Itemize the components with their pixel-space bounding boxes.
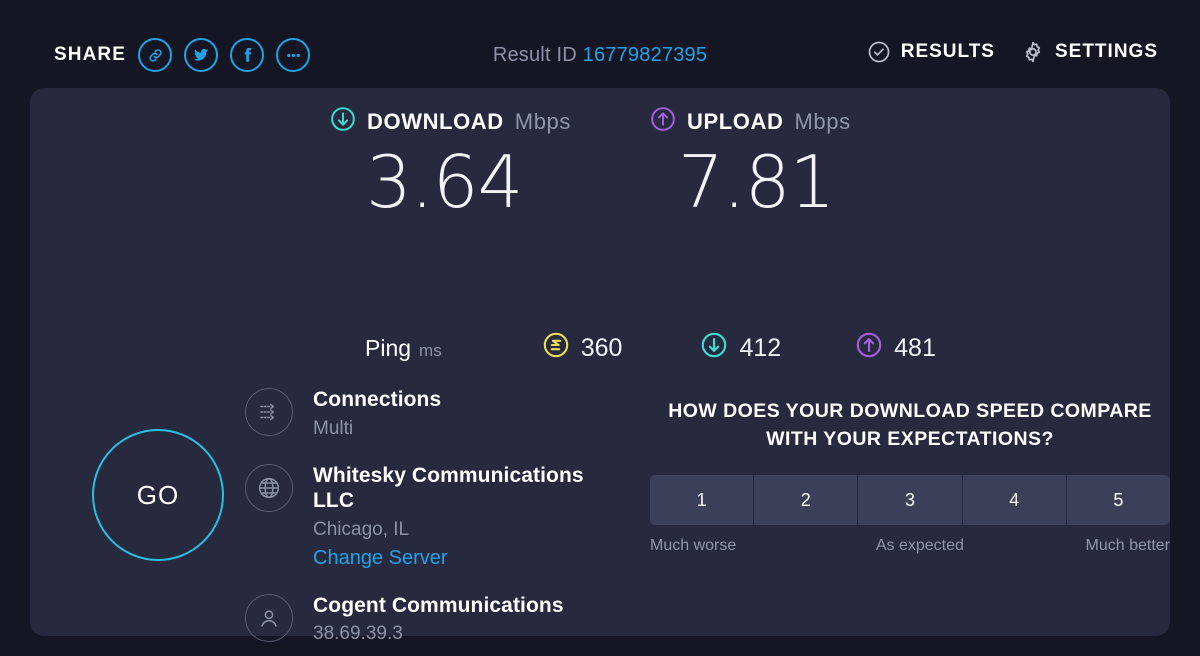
connections-text: Connections Multi [313,386,441,440]
connections-row: Connections Multi [245,386,625,440]
server-row: Whitesky Communications LLC Chicago, IL … [245,462,625,570]
survey-scale-labels: Much worse As expected Much better [650,537,1170,555]
survey-block: HOW DOES YOUR DOWNLOAD SPEED COMPARE WIT… [650,398,1170,555]
globe-icon [245,463,293,512]
result-id-label: Result ID [492,44,577,66]
survey-label-mid: As expected [875,537,964,555]
go-button-label: GO [136,479,180,510]
download-value: 3.64 [366,140,523,224]
survey-option-4[interactable]: 4 [962,475,1067,526]
go-button[interactable]: GO [92,429,224,561]
ping-upload: 481 [855,331,936,366]
upload-value: 7.81 [678,140,835,224]
upload-block: UPLOAD Mbps 7.81 [650,106,970,218]
upload-arrow-icon [650,106,676,138]
top-right-nav: RESULTS SETTINGS [867,40,1158,64]
idle-latency-icon [542,331,570,366]
server-text: Whitesky Communications LLC Chicago, IL … [313,462,625,570]
person-icon [245,593,293,642]
upload-header: UPLOAD Mbps [650,106,970,138]
download-unit: Mbps [514,109,571,134]
connection-info-list: Connections Multi Whitesky Communication… [245,386,625,645]
connections-value: Multi [313,417,354,439]
ping-unit: ms [419,341,442,360]
survey-label-high: Much better [1085,537,1170,555]
results-label: RESULTS [900,41,995,62]
results-button[interactable]: RESULTS [867,40,995,64]
upload-latency-icon [855,331,883,366]
server-location: Chicago, IL [313,518,410,540]
speed-summary: DOWNLOAD Mbps 3.64 UPLOAD Mbps 7.81 [330,106,970,218]
top-bar: SHARE Result ID 16779827395 RESULTS SETT… [0,0,1200,88]
ping-idle-value: 360 [580,334,623,362]
result-card: DOWNLOAD Mbps 3.64 UPLOAD Mbps 7.81 Ping… [30,88,1170,644]
ping-label-group: Ping ms [365,335,442,362]
ping-idle: 360 [542,331,623,366]
ping-download-value: 412 [739,334,782,362]
download-latency-icon [700,331,728,366]
survey-question-line2: WITH YOUR EXPECTATIONS? [766,427,1054,450]
isp-ip: 38.69.39.3 [313,623,403,645]
download-arrow-icon [330,106,356,138]
survey-option-1[interactable]: 1 [650,475,755,526]
ping-download: 412 [700,331,781,366]
ping-row: Ping ms 360 412 481 [365,331,936,366]
upload-title: UPLOAD [687,109,784,134]
survey-option-5[interactable]: 5 [1066,475,1170,526]
result-id-value[interactable]: 16779827395 [583,44,708,66]
survey-question: HOW DOES YOUR DOWNLOAD SPEED COMPARE WIT… [650,398,1170,453]
download-block: DOWNLOAD Mbps 3.64 [330,106,650,218]
isp-name: Cogent Communications [313,593,564,617]
change-server-link[interactable]: Change Server [313,547,625,570]
settings-button[interactable]: SETTINGS [1021,40,1158,64]
isp-text: Cogent Communications 38.69.39.3 [313,592,564,646]
ping-upload-value: 481 [894,334,936,362]
download-header: DOWNLOAD Mbps [330,106,650,138]
survey-scale: 1 2 3 4 5 [650,475,1170,526]
server-name: Whitesky Communications LLC [313,463,584,513]
isp-row: Cogent Communications 38.69.39.3 [245,592,625,646]
survey-question-line1: HOW DOES YOUR DOWNLOAD SPEED COMPARE [668,400,1152,422]
settings-label: SETTINGS [1054,41,1158,62]
connections-title: Connections [313,388,442,411]
gear-icon [1021,40,1045,64]
check-circle-icon [867,40,891,64]
survey-option-3[interactable]: 3 [858,475,963,526]
multi-connection-icon [245,388,293,436]
survey-label-low: Much worse [650,537,737,555]
download-title: DOWNLOAD [367,109,504,134]
survey-option-2[interactable]: 2 [754,475,859,526]
ping-label: Ping [365,335,412,361]
upload-unit: Mbps [794,109,851,134]
